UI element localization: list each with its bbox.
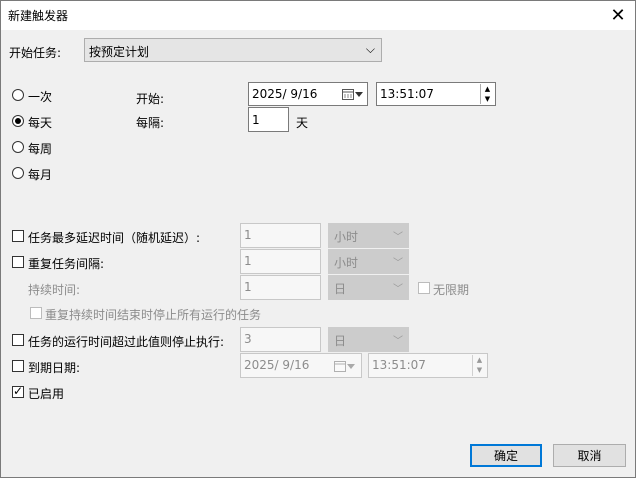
duration-input[interactable]: 1 <box>240 275 321 300</box>
radio-monthly-label: 每月 <box>28 168 53 182</box>
spin-up-icon[interactable]: ▲ <box>473 355 486 365</box>
delay-input[interactable]: 1 <box>240 223 321 248</box>
delay-unit-select[interactable]: 小时 ﹀ <box>328 223 409 248</box>
expire-time-input[interactable]: 13:51:07 ▲ ▼ <box>368 353 488 378</box>
radio-weekly-indicator <box>12 141 24 153</box>
spin-up-icon[interactable]: ▲ <box>481 84 494 94</box>
chevron-down-icon: ﹀ <box>393 258 403 269</box>
begin-task-label: 开始任务: <box>9 46 62 60</box>
delay-unit: 小时 <box>334 230 359 244</box>
calendar-icon[interactable] <box>334 360 346 372</box>
repeat-checkbox[interactable] <box>12 256 24 268</box>
close-icon[interactable]: ✕ <box>606 3 630 27</box>
repeat-input[interactable]: 1 <box>240 249 321 274</box>
repeat-unit-select[interactable]: 小时 ﹀ <box>328 249 409 274</box>
title-bar <box>0 0 636 30</box>
duration-unit-select[interactable]: 日 ﹀ <box>328 275 409 300</box>
expire-checkbox[interactable] <box>12 360 24 372</box>
radio-monthly-indicator <box>12 167 24 179</box>
expire-time-spinner[interactable]: ▲ ▼ <box>472 355 487 376</box>
expire-label: 到期日期: <box>28 361 81 375</box>
expire-time-value: 13:51:07 <box>372 358 426 372</box>
repeat-label: 重复任务间隔: <box>28 257 105 271</box>
chevron-down-icon: ⌵ <box>365 42 375 56</box>
duration-unit: 日 <box>334 282 347 296</box>
ok-button[interactable]: 确定 <box>470 444 542 467</box>
start-label: 开始: <box>136 92 165 106</box>
expire-date-picker[interactable]: 2025/ 9/16 <box>240 353 362 378</box>
start-date-value: 2025/ 9/16 <box>252 87 318 101</box>
stop-if-longer-input[interactable]: 3 <box>240 327 321 352</box>
radio-once-indicator <box>12 89 24 101</box>
ok-button-label: 确定 <box>493 449 518 463</box>
recur-input[interactable]: 1 <box>248 107 289 132</box>
stop-if-longer-value: 3 <box>244 332 252 346</box>
start-time-spinner[interactable]: ▲ ▼ <box>480 84 495 104</box>
delay-value: 1 <box>244 228 252 242</box>
duration-value: 1 <box>244 280 252 294</box>
recur-unit: 天 <box>296 116 309 130</box>
radio-monthly[interactable]: 每月 <box>12 166 92 182</box>
stop-at-end-label: 重复持续时间结束时停止所有运行的任务 <box>45 308 262 322</box>
radio-weekly-label: 每周 <box>28 142 53 156</box>
recur-label: 每隔: <box>136 116 165 130</box>
repeat-unit: 小时 <box>334 256 359 270</box>
radio-weekly[interactable]: 每周 <box>12 140 92 156</box>
window-title: 新建触发器 <box>8 9 69 23</box>
chevron-down-icon[interactable] <box>347 364 355 369</box>
chevron-down-icon: ﹀ <box>393 284 403 295</box>
radio-daily-indicator <box>12 115 24 127</box>
stop-at-end-checkbox[interactable] <box>30 307 42 319</box>
delay-checkbox[interactable] <box>12 230 24 242</box>
stop-if-longer-unit-select[interactable]: 日 ﹀ <box>328 327 409 352</box>
radio-once-label: 一次 <box>28 90 53 104</box>
recur-value: 1 <box>252 113 260 127</box>
enabled-label: 已启用 <box>28 387 65 401</box>
start-time-input[interactable]: 13:51:07 ▲ ▼ <box>376 82 496 106</box>
spin-down-icon[interactable]: ▼ <box>473 365 486 375</box>
chevron-down-icon: ﹀ <box>393 232 403 243</box>
begin-task-select[interactable]: 按预定计划 ⌵ <box>84 38 382 62</box>
indefinite-label: 无限期 <box>433 283 470 297</box>
enabled-checkbox[interactable] <box>12 384 24 398</box>
chevron-down-icon: ﹀ <box>393 336 403 347</box>
radio-daily[interactable]: 每天 <box>12 114 92 130</box>
radio-once[interactable]: 一次 <box>12 88 92 104</box>
stop-if-longer-label: 任务的运行时间超过此值则停止执行: <box>28 335 225 349</box>
stop-if-longer-unit: 日 <box>334 334 347 348</box>
stop-if-longer-checkbox[interactable] <box>12 334 24 346</box>
calendar-icon[interactable] <box>342 88 354 100</box>
spin-down-icon[interactable]: ▼ <box>481 94 494 104</box>
indefinite-checkbox[interactable] <box>418 282 430 294</box>
delay-label: 任务最多延迟时间（随机延迟）: <box>28 231 201 245</box>
expire-date-value: 2025/ 9/16 <box>244 358 310 372</box>
begin-task-value: 按预定计划 <box>89 45 150 59</box>
radio-daily-label: 每天 <box>28 116 53 130</box>
repeat-value: 1 <box>244 254 252 268</box>
chevron-down-icon[interactable] <box>355 92 363 97</box>
cancel-button-label: 取消 <box>577 449 602 463</box>
start-date-picker[interactable]: 2025/ 9/16 <box>248 82 368 106</box>
start-time-value: 13:51:07 <box>380 87 434 101</box>
duration-label: 持续时间: <box>28 283 81 297</box>
cancel-button[interactable]: 取消 <box>553 444 626 467</box>
